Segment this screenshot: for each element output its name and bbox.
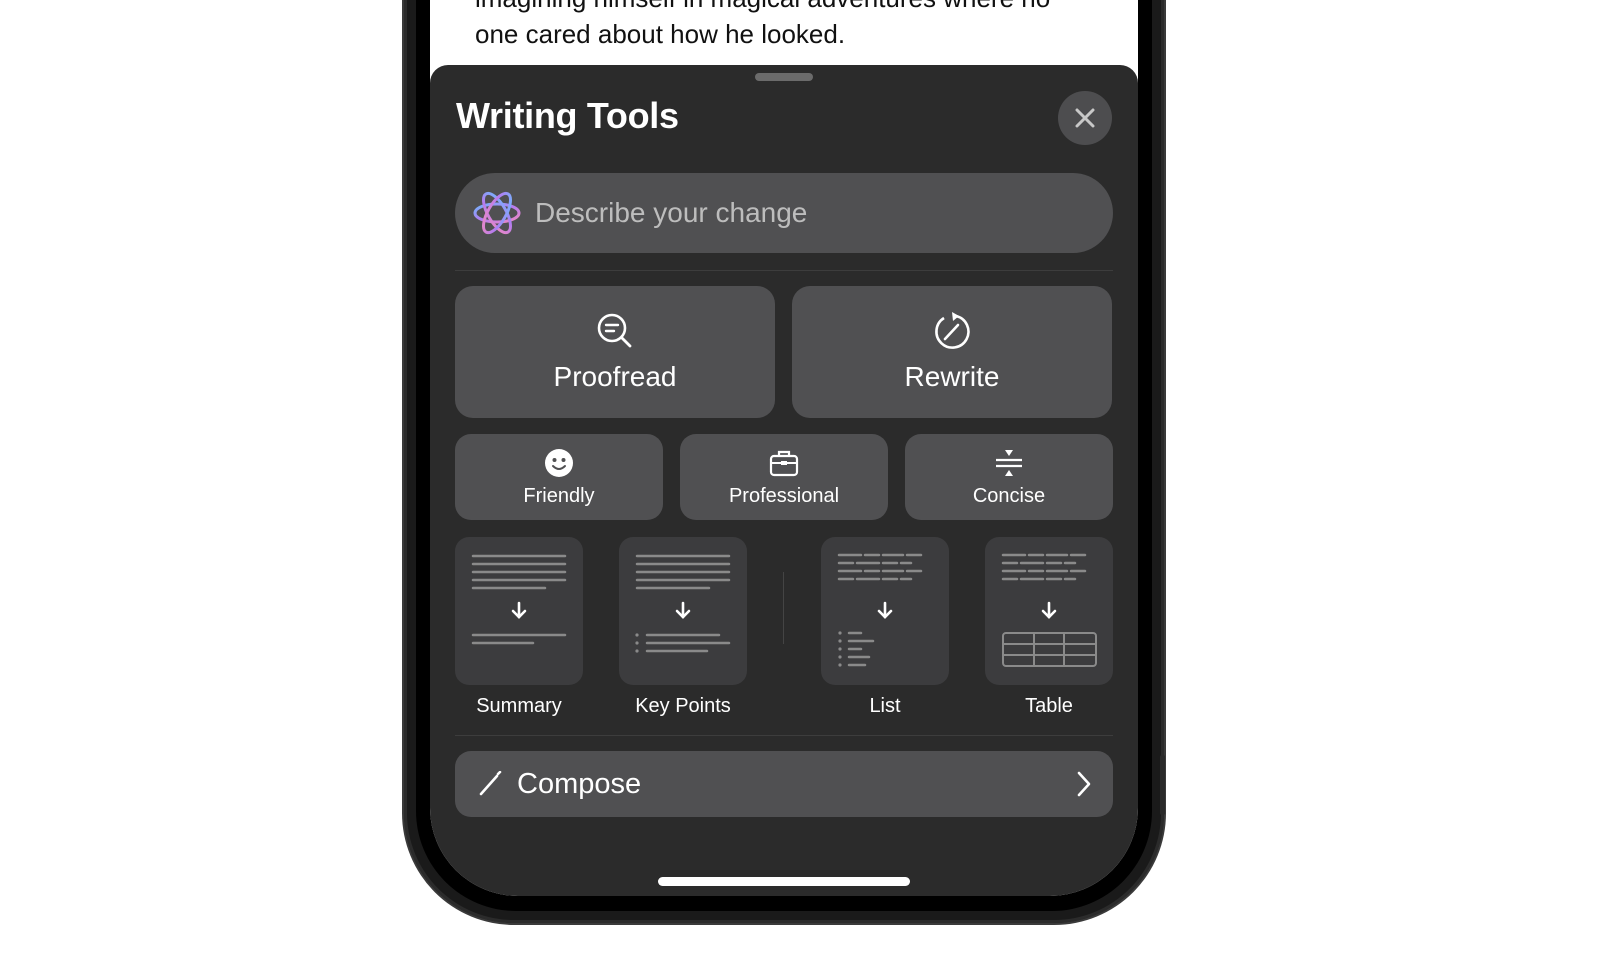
transform-divider — [783, 572, 784, 644]
summary-label: Summary — [476, 695, 562, 717]
describe-change-input[interactable] — [535, 197, 1095, 229]
rewrite-button[interactable]: Rewrite — [792, 286, 1112, 418]
pencil-icon — [479, 771, 502, 796]
list-button[interactable] — [821, 537, 949, 685]
key-points-label: Key Points — [635, 695, 731, 717]
list-preview-icon — [837, 553, 923, 667]
briefcase-icon — [769, 450, 799, 476]
home-indicator[interactable] — [658, 877, 910, 886]
magnifier-text-icon — [597, 313, 632, 348]
compose-button[interactable]: Compose — [455, 751, 1113, 817]
sheet-grabber[interactable] — [755, 73, 813, 81]
summary-button[interactable] — [455, 537, 583, 685]
phone-screen: imagining himself in magical adventures … — [430, 0, 1138, 896]
compose-label: Compose — [517, 767, 642, 800]
sheet-title: Writing Tools — [456, 95, 679, 136]
key-points-button[interactable] — [619, 537, 747, 685]
list-label: List — [869, 695, 901, 717]
close-button[interactable] — [1058, 91, 1112, 145]
describe-change-field[interactable] — [455, 173, 1113, 253]
smiley-icon — [545, 448, 573, 477]
compress-icon — [996, 449, 1022, 476]
rewrite-cycle-icon — [935, 312, 970, 349]
professional-label: Professional — [728, 484, 840, 507]
rewrite-label: Rewrite — [904, 361, 1000, 392]
chevron-right-icon — [1077, 771, 1091, 797]
apple-intelligence-icon — [473, 191, 521, 235]
document-text: imagining himself in magical adventures … — [475, 0, 1115, 52]
divider — [455, 735, 1113, 736]
table-button[interactable] — [985, 537, 1113, 685]
professional-button[interactable]: Professional — [680, 434, 888, 520]
writing-tools-sheet: Writing Tools Describe your change Proof… — [430, 65, 1138, 896]
concise-label: Concise — [972, 484, 1046, 507]
document-line: imagining himself in magical adventures … — [475, 0, 1115, 16]
key-points-preview-icon — [635, 554, 731, 653]
divider — [455, 270, 1113, 271]
table-label: Table — [1025, 695, 1073, 717]
friendly-label: Friendly — [523, 484, 595, 507]
proofread-label: Proofread — [553, 361, 677, 392]
friendly-button[interactable]: Friendly — [455, 434, 663, 520]
document-line: one cared about how he looked. — [475, 19, 846, 49]
proofread-button[interactable]: Proofread — [455, 286, 775, 418]
phone-side-button — [1160, 755, 1165, 815]
close-icon — [1075, 108, 1095, 128]
summary-preview-icon — [471, 554, 567, 645]
concise-button[interactable]: Concise — [905, 434, 1113, 520]
table-preview-icon — [1001, 553, 1097, 667]
